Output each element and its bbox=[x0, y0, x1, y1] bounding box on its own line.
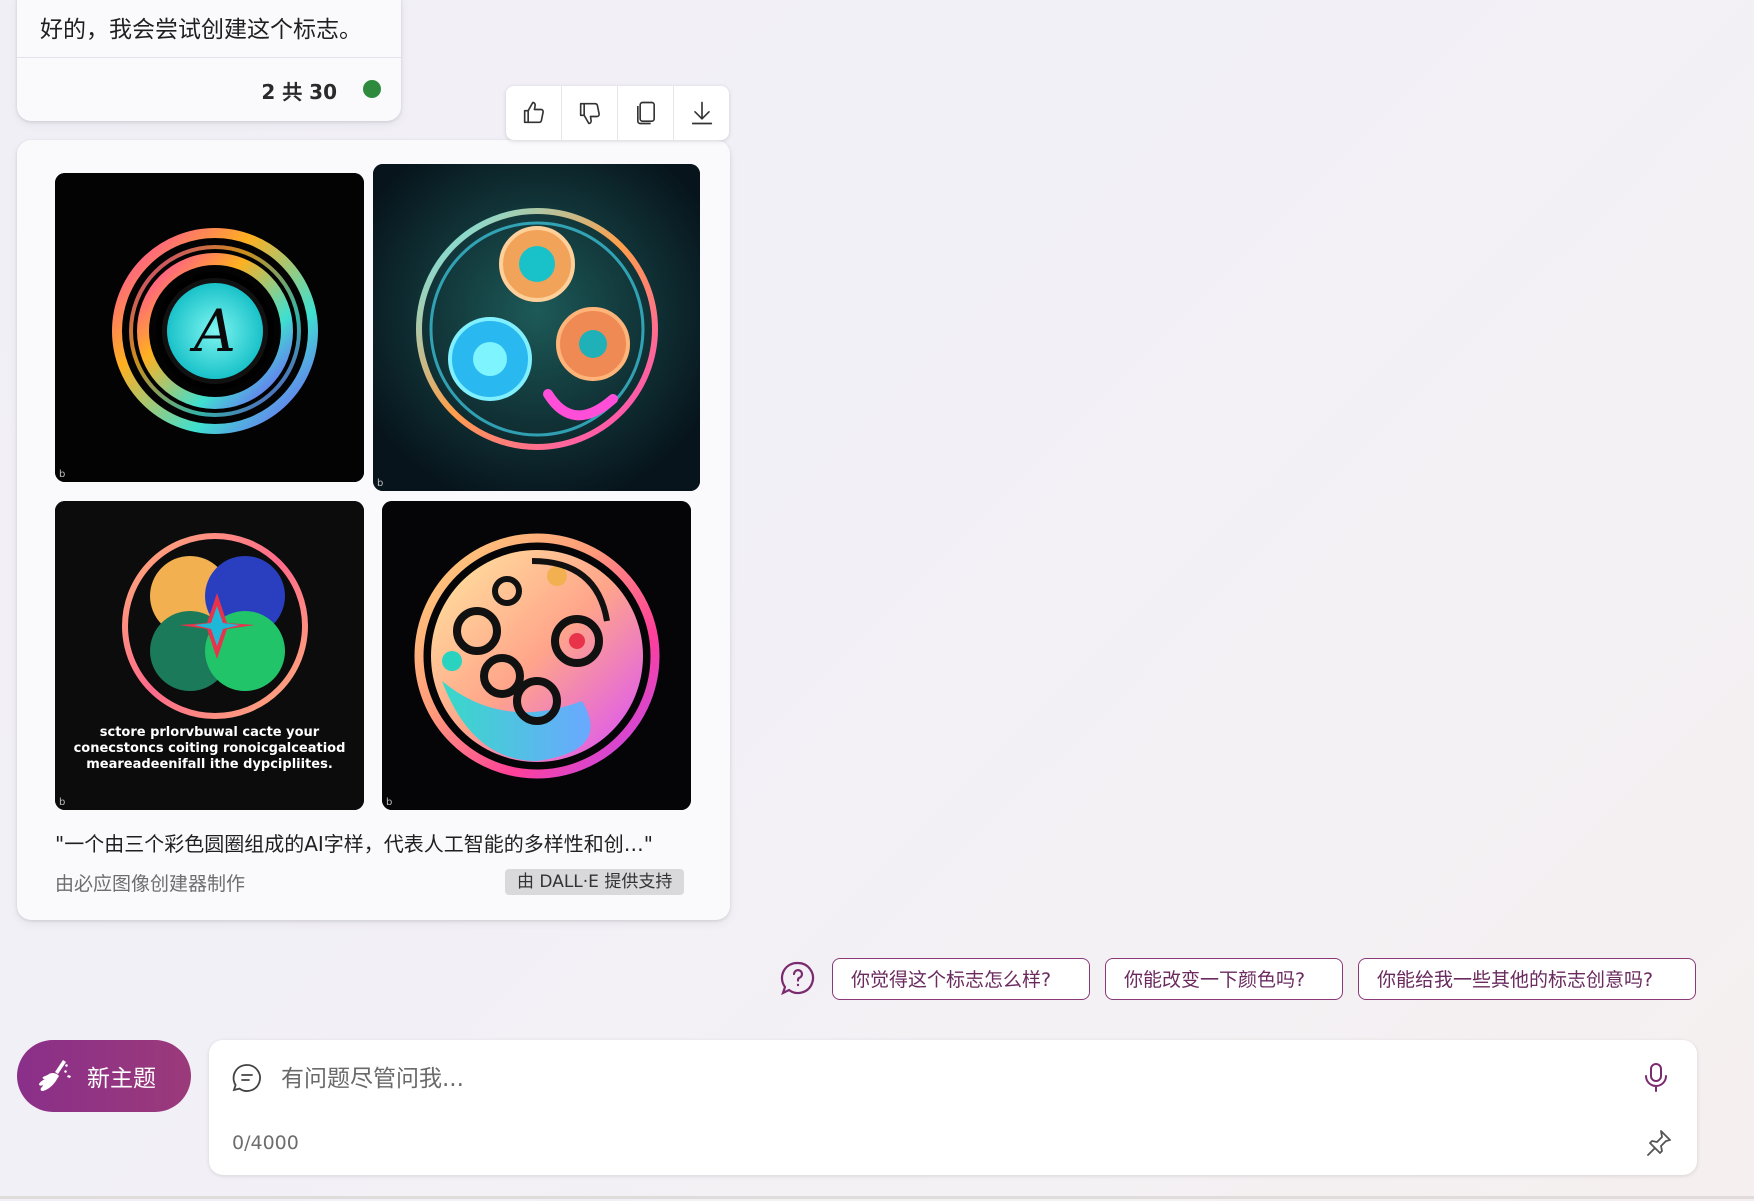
logo-image-4 bbox=[382, 501, 691, 810]
suggestion-chip-2[interactable]: 你能改变一下颜色吗? bbox=[1105, 958, 1343, 1000]
new-topic-button[interactable]: 新主题 bbox=[17, 1040, 191, 1112]
dalle-badge: 由 DALL·E 提供支持 bbox=[505, 869, 685, 895]
broom-icon bbox=[39, 1060, 71, 1091]
image-text-line: conecstoncs coiting ronoicgalceatiod bbox=[73, 741, 346, 756]
copy-icon bbox=[636, 101, 655, 125]
previous-message-card: 好的，我会尝试创建这个标志。 2 共 30 bbox=[17, 0, 401, 121]
suggestion-chip-3[interactable]: 你能给我一些其他的标志创意吗? bbox=[1358, 958, 1696, 1000]
like-button[interactable] bbox=[506, 86, 562, 140]
image-text: sctore prlorvbuwal cacte your conecstonc… bbox=[55, 725, 364, 773]
logo-image-1: A bbox=[55, 173, 364, 482]
thumbs-up-icon bbox=[523, 101, 544, 124]
image-text-line: sctore prlorvbuwal cacte your bbox=[99, 725, 320, 740]
image-prompt-caption: "一个由三个彩色圆圈组成的AI字样，代表人工智能的多样性和创…" bbox=[55, 832, 653, 856]
chat-input[interactable] bbox=[279, 1058, 1583, 1100]
watermark: b bbox=[386, 797, 393, 808]
watermark: b bbox=[59, 797, 66, 808]
image-text-line: meareadeenifall ithe dypcipliites. bbox=[86, 757, 333, 772]
suggestion-chip-1[interactable]: 你觉得这个标志怎么样? bbox=[832, 958, 1090, 1000]
generated-image-4[interactable]: b bbox=[382, 501, 691, 810]
dislike-button[interactable] bbox=[562, 86, 618, 140]
message-text: 好的，我会尝试创建这个标志。 bbox=[40, 17, 362, 43]
status-dot bbox=[363, 80, 381, 98]
char-counter: 0/4000 bbox=[232, 1132, 299, 1154]
new-topic-label: 新主题 bbox=[87, 1066, 156, 1092]
svg-text:A: A bbox=[189, 297, 236, 365]
generated-image-1[interactable]: A b bbox=[55, 173, 364, 482]
creator-label: 由必应图像创建器制作 bbox=[55, 873, 246, 895]
watermark: b bbox=[59, 469, 66, 480]
chat-bubble-icon bbox=[232, 1064, 261, 1092]
generated-image-3[interactable]: sctore prlorvbuwal cacte your conecstonc… bbox=[55, 501, 364, 810]
chat-input-box: 0/4000 bbox=[209, 1040, 1697, 1175]
image-result-card: A b b sctore prlorvbuwal cacte your cone… bbox=[17, 140, 730, 920]
turn-counter: 2 共 30 bbox=[261, 80, 337, 104]
question-bubble-icon bbox=[780, 961, 815, 996]
message-toolbar bbox=[506, 86, 729, 140]
microphone-icon[interactable] bbox=[1639, 1060, 1673, 1094]
bottom-divider bbox=[0, 1196, 1754, 1199]
download-button[interactable] bbox=[674, 86, 729, 140]
copy-button[interactable] bbox=[618, 86, 674, 140]
thumbs-down-icon bbox=[579, 102, 600, 125]
download-icon bbox=[691, 101, 712, 125]
logo-image-2 bbox=[373, 164, 700, 491]
divider bbox=[17, 57, 401, 58]
watermark: b bbox=[377, 478, 384, 489]
generated-image-2[interactable]: b bbox=[373, 164, 700, 491]
pin-icon[interactable] bbox=[1643, 1128, 1673, 1158]
